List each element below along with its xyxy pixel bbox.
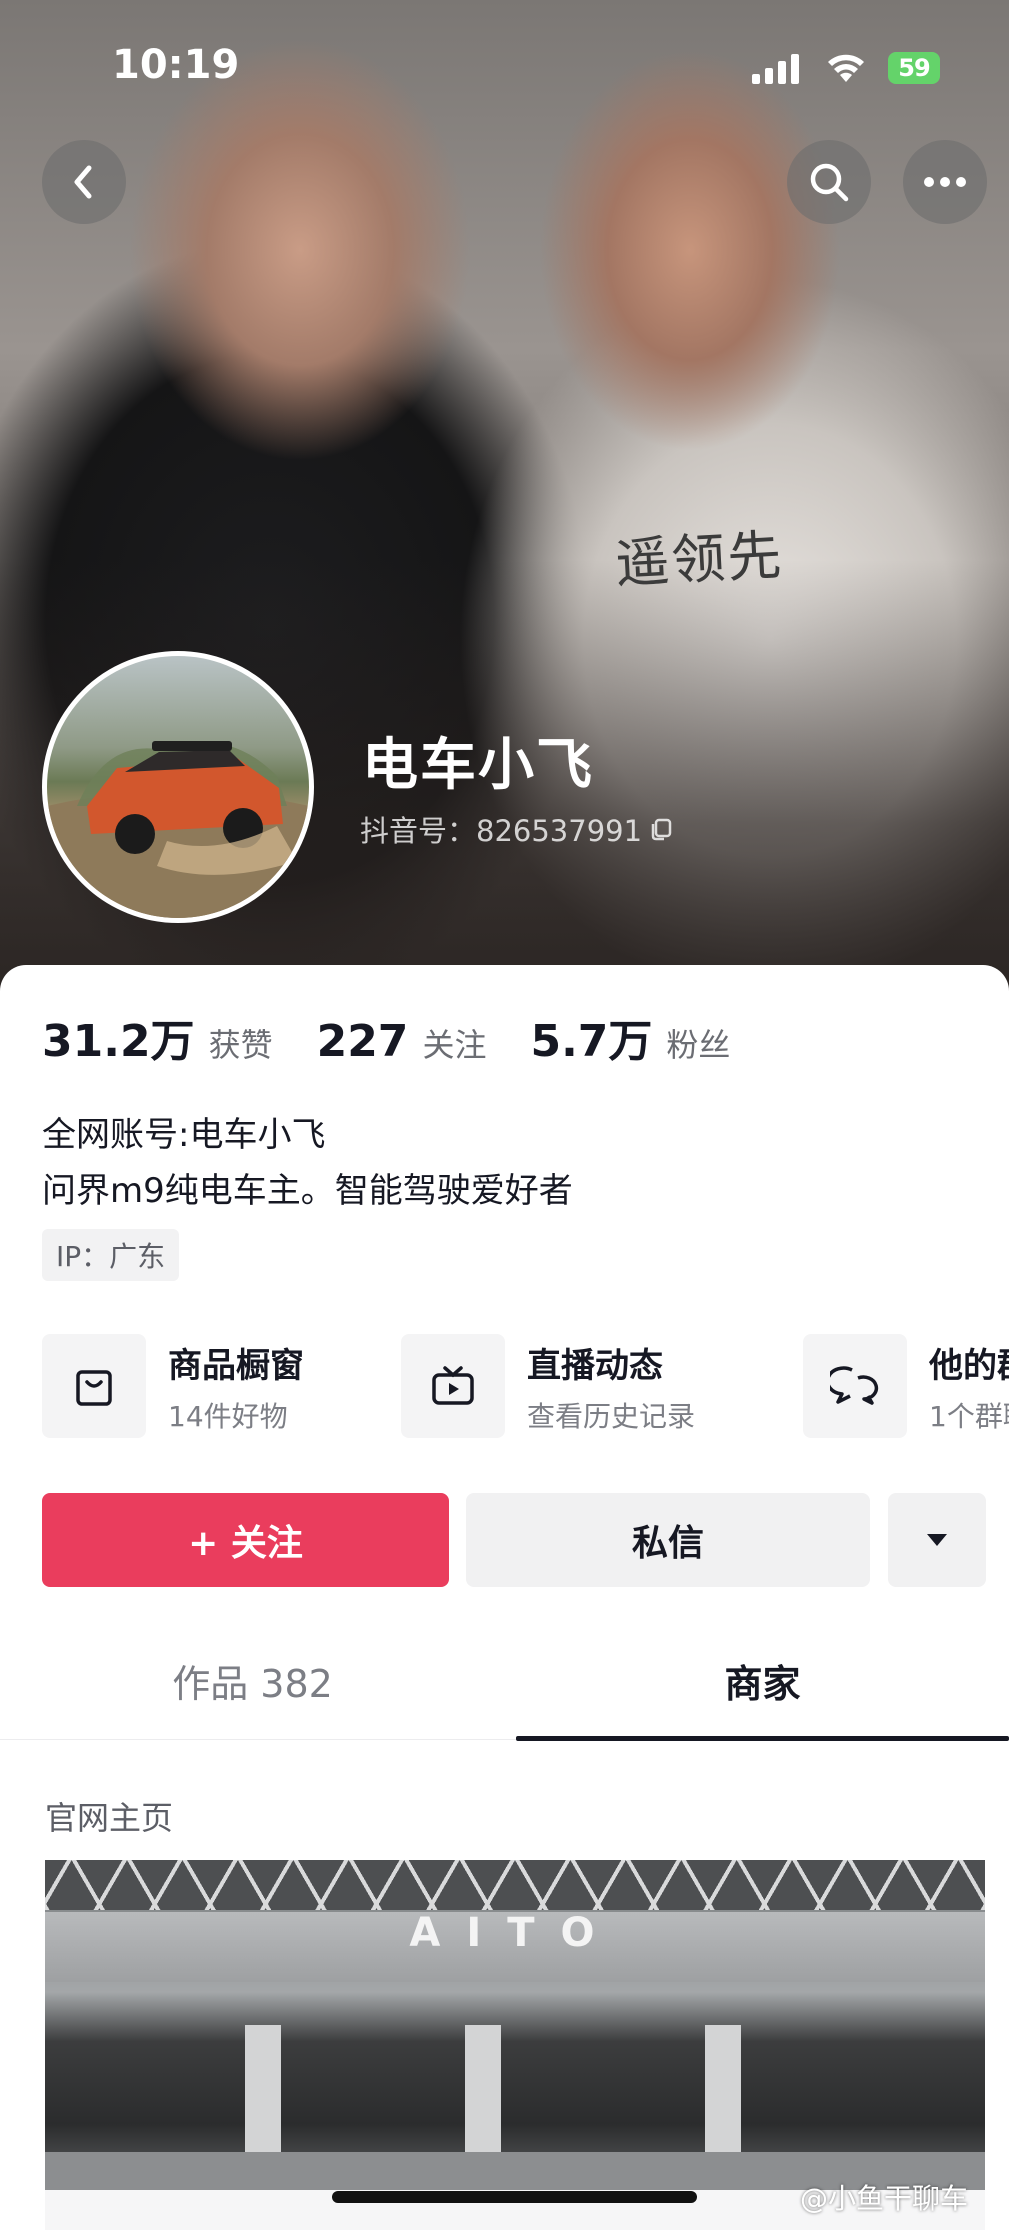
avatar[interactable] <box>42 651 314 923</box>
tab-works[interactable]: 作品 382 <box>0 1621 505 1739</box>
facade-pillar <box>465 2025 501 2160</box>
profile-name: 电车小飞 <box>362 733 594 798</box>
section-title: 官网主页 <box>45 1799 174 1837</box>
shortcut-shop-window[interactable]: 商品橱窗 14件好物 <box>42 1334 304 1438</box>
bio-line-description: 问界m9纯电车主。智能驾驶爱好者 <box>42 1171 573 1211</box>
battery-icon: 59 <box>888 52 940 84</box>
stat-value: 31.2万 <box>42 1016 195 1067</box>
more-dropdown-button[interactable] <box>888 1493 986 1587</box>
watermark: @小鱼干聊车 <box>800 2182 969 2215</box>
active-tab-indicator <box>516 1736 1009 1741</box>
stat-likes[interactable]: 31.2万 获赞 <box>42 1005 273 1069</box>
facade-pillar <box>245 2025 281 2160</box>
store-logo: AITO <box>409 1910 621 1956</box>
profile-stats: 31.2万 获赞 227 关注 5.7万 粉丝 <box>42 1005 774 1069</box>
shortcut-icon-box <box>42 1334 146 1438</box>
shortcut-title: 商品橱窗 <box>168 1345 304 1386</box>
stat-following[interactable]: 227 关注 <box>317 1016 487 1067</box>
copy-icon[interactable] <box>648 816 674 842</box>
stat-value: 227 <box>316 1016 409 1067</box>
profile-id: 抖音号：826537991 <box>360 808 674 850</box>
bio-line-accounts: 全网账号:电车小飞 <box>42 1115 326 1155</box>
follow-button[interactable]: + 关注 <box>42 1493 449 1587</box>
back-button[interactable] <box>42 140 126 224</box>
content-tabs: 作品 382 商家 <box>0 1621 1009 1741</box>
bag-icon <box>76 1370 112 1406</box>
shortcut-title: 他的群 <box>929 1345 1009 1386</box>
caret-down-icon <box>927 1534 947 1546</box>
shortcut-group-chat[interactable]: 他的群 1个群聊 <box>803 1334 1009 1438</box>
ip-location-badge: IP：广东 <box>42 1229 180 1281</box>
shortcut-title: 直播动态 <box>527 1345 663 1386</box>
battery-level: 59 <box>898 54 930 82</box>
profile-id-text: 抖音号：826537991 <box>360 814 643 848</box>
tv-icon <box>432 1366 474 1405</box>
tab-merchant[interactable]: 商家 <box>516 1621 1009 1739</box>
facade-lattice <box>45 1860 985 1910</box>
shortcut-subtitle: 查看历史记录 <box>527 1399 696 1433</box>
shortcut-subtitle: 1个群聊 <box>929 1399 1009 1433</box>
stat-label: 粉丝 <box>666 1026 731 1064</box>
stat-value: 5.7万 <box>530 1016 653 1067</box>
shortcut-live-history[interactable]: 直播动态 查看历史记录 <box>401 1334 695 1438</box>
status-time: 10:19 <box>112 42 240 88</box>
official-site-banner[interactable]: AITO <box>45 1860 985 2190</box>
facade-pillar <box>705 2025 741 2160</box>
stat-label: 获赞 <box>208 1026 273 1064</box>
stat-label: 关注 <box>422 1026 487 1064</box>
ellipsis-icon <box>924 177 966 187</box>
shirt-print-text: 遥领先 <box>613 523 785 596</box>
wifi-icon <box>828 54 864 82</box>
message-button[interactable]: 私信 <box>466 1493 870 1587</box>
shortcut-icon-box <box>803 1334 907 1438</box>
profile-card: 31.2万 获赞 227 关注 5.7万 粉丝 全网账号:电车小飞 问界m9纯电… <box>0 965 1009 2230</box>
cellular-signal-icon <box>752 54 799 84</box>
chat-bubbles-icon <box>830 1366 879 1405</box>
more-options-button[interactable] <box>903 140 987 224</box>
shortcut-subtitle: 14件好物 <box>168 1399 288 1433</box>
status-bar: 10:19 59 <box>0 0 1009 140</box>
chevron-left-icon <box>74 165 92 199</box>
search-icon <box>810 163 849 202</box>
shortcut-icon-box <box>401 1334 505 1438</box>
stat-followers[interactable]: 5.7万 粉丝 <box>530 1005 730 1069</box>
orange-suv-photo <box>47 741 309 918</box>
profile-bio: 全网账号:电车小飞 问界m9纯电车主。智能驾驶爱好者 <box>42 1107 573 1219</box>
search-button[interactable] <box>787 140 871 224</box>
home-indicator[interactable] <box>332 2191 697 2203</box>
